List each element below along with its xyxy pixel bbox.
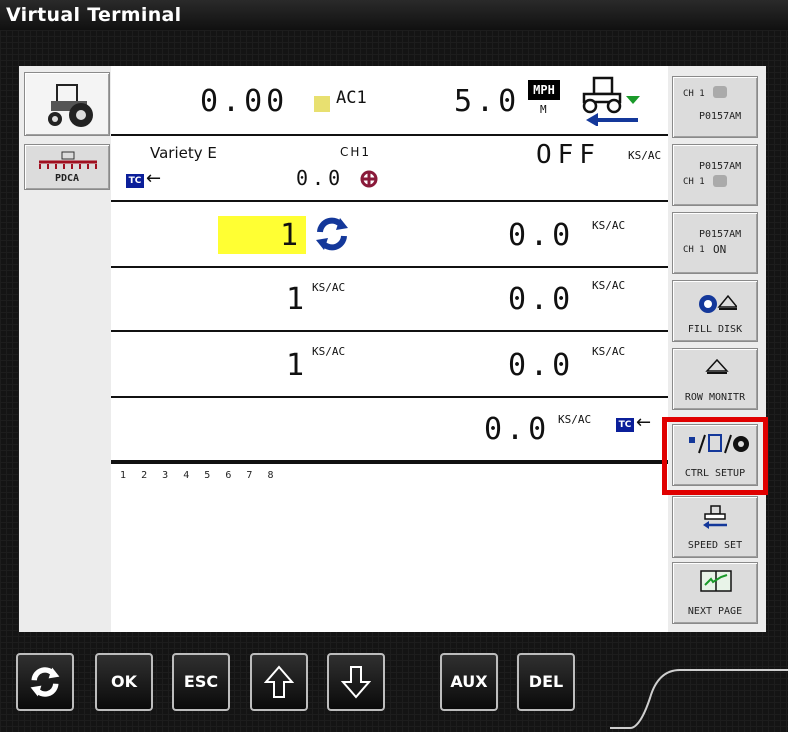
- product-swatch: [314, 96, 330, 112]
- controller-id: P0157AM: [699, 111, 742, 122]
- tractor-icon: [48, 84, 93, 127]
- row-divider: [111, 396, 668, 398]
- minus-arrow-icon: [713, 175, 727, 187]
- disk-icon: [699, 294, 737, 313]
- row5-right-value: 0.0: [508, 348, 575, 383]
- row5-right-unit: KS/AC: [592, 345, 626, 358]
- crosshair-icon: [360, 170, 378, 188]
- up-arrow-icon: [264, 665, 294, 698]
- planter-icon: [39, 151, 97, 169]
- fill-disk-label: FILL DISK: [687, 324, 743, 335]
- row-monitor-label: ROW MONITR: [684, 392, 746, 403]
- speed-tractor-icon: [582, 76, 640, 126]
- speed-unit: MPH: [528, 80, 560, 100]
- ch-label: CH 1: [683, 245, 705, 255]
- channel-label: CH1: [340, 145, 372, 159]
- softkey-speed-set[interactable]: SPEED SET: [672, 496, 758, 558]
- product-name: AC1: [336, 88, 367, 108]
- row6-value: 0.0: [484, 412, 551, 447]
- softkey-row-monitor[interactable]: ROW MONITR: [672, 348, 758, 410]
- del-button[interactable]: DEL: [517, 653, 575, 711]
- ok-button[interactable]: OK: [95, 653, 153, 711]
- row-divider: [111, 200, 668, 202]
- row5-left-unit: KS/AC: [312, 345, 346, 358]
- row4-left-value: 1: [286, 282, 309, 317]
- plus-arrow-icon: [713, 86, 727, 98]
- softkey-ch1-up[interactable]: CH 1 P0157AM: [672, 76, 758, 138]
- softkey-ch1-down[interactable]: P0157AM CH 1: [672, 144, 758, 206]
- aux-button[interactable]: AUX: [440, 653, 498, 711]
- softkey-next-page[interactable]: NEXT PAGE: [672, 562, 758, 624]
- ground-speed: 5.0: [454, 84, 521, 119]
- speed-tractor-small-icon: [703, 505, 727, 529]
- row2-unit: KS/AC: [628, 149, 662, 162]
- row4-right-value: 0.0: [508, 282, 575, 317]
- window-title: Virtual Terminal: [6, 4, 182, 26]
- down-arrow-icon: [341, 666, 371, 699]
- softkey-fill-disk[interactable]: FILL DISK: [672, 280, 758, 342]
- tc-badge: TC: [616, 418, 634, 432]
- book-icon: [700, 570, 732, 592]
- arrow-left-icon: ←: [636, 412, 652, 433]
- down-button[interactable]: [327, 653, 385, 711]
- speed-source: M: [540, 103, 547, 116]
- pdca-label: PDCA: [54, 173, 80, 184]
- speed-set-label: SPEED SET: [687, 540, 743, 551]
- target-rate-field[interactable]: 1: [218, 216, 306, 254]
- row-divider: [111, 134, 668, 136]
- ch-label: CH 1: [683, 177, 705, 187]
- refresh-button[interactable]: [16, 653, 74, 711]
- rate-control-status: OFF: [536, 140, 601, 170]
- variety-name: Variety E: [150, 144, 217, 162]
- next-page-label: NEXT PAGE: [687, 606, 743, 617]
- up-button[interactable]: [250, 653, 308, 711]
- refresh-icon[interactable]: [312, 214, 352, 254]
- ch-label: CH 1: [683, 89, 705, 99]
- row-monitor-icon: [705, 358, 729, 374]
- application-rate: 0.00: [200, 84, 289, 119]
- softkey-ch1-on[interactable]: P0157AM CH 1 ON: [672, 212, 758, 274]
- on-state: ON: [713, 243, 727, 256]
- tc-badge: TC: [126, 174, 144, 188]
- title-bar: Virtual Terminal: [0, 0, 788, 30]
- target-rate-value: 1: [279, 218, 302, 253]
- row4-left-unit: KS/AC: [312, 281, 346, 294]
- row6-unit: KS/AC: [558, 413, 592, 426]
- row-number-strip: 1 2 3 4 5 6 7 8: [120, 470, 274, 481]
- row-divider: [111, 266, 668, 268]
- row5-left-value: 1: [286, 348, 309, 383]
- ctrl-setup-highlight: [662, 417, 768, 495]
- controller-id: P0157AM: [699, 161, 742, 172]
- arrow-left-icon: ←: [146, 168, 162, 189]
- row4-right-unit: KS/AC: [592, 279, 626, 292]
- bottom-curve-decoration: [610, 669, 788, 729]
- pdca-key[interactable]: PDCA: [24, 144, 110, 190]
- tractor-home-key[interactable]: [24, 72, 110, 136]
- refresh-icon: [30, 667, 60, 697]
- row-divider: [111, 330, 668, 332]
- left-softkey-column: PDCA: [19, 66, 111, 632]
- row3-unit: KS/AC: [592, 219, 626, 232]
- row2-value: 0.0: [296, 166, 345, 190]
- row-section-divider: [111, 460, 668, 464]
- row3-value: 0.0: [508, 218, 575, 253]
- esc-button[interactable]: ESC: [172, 653, 230, 711]
- controller-id: P0157AM: [699, 229, 742, 240]
